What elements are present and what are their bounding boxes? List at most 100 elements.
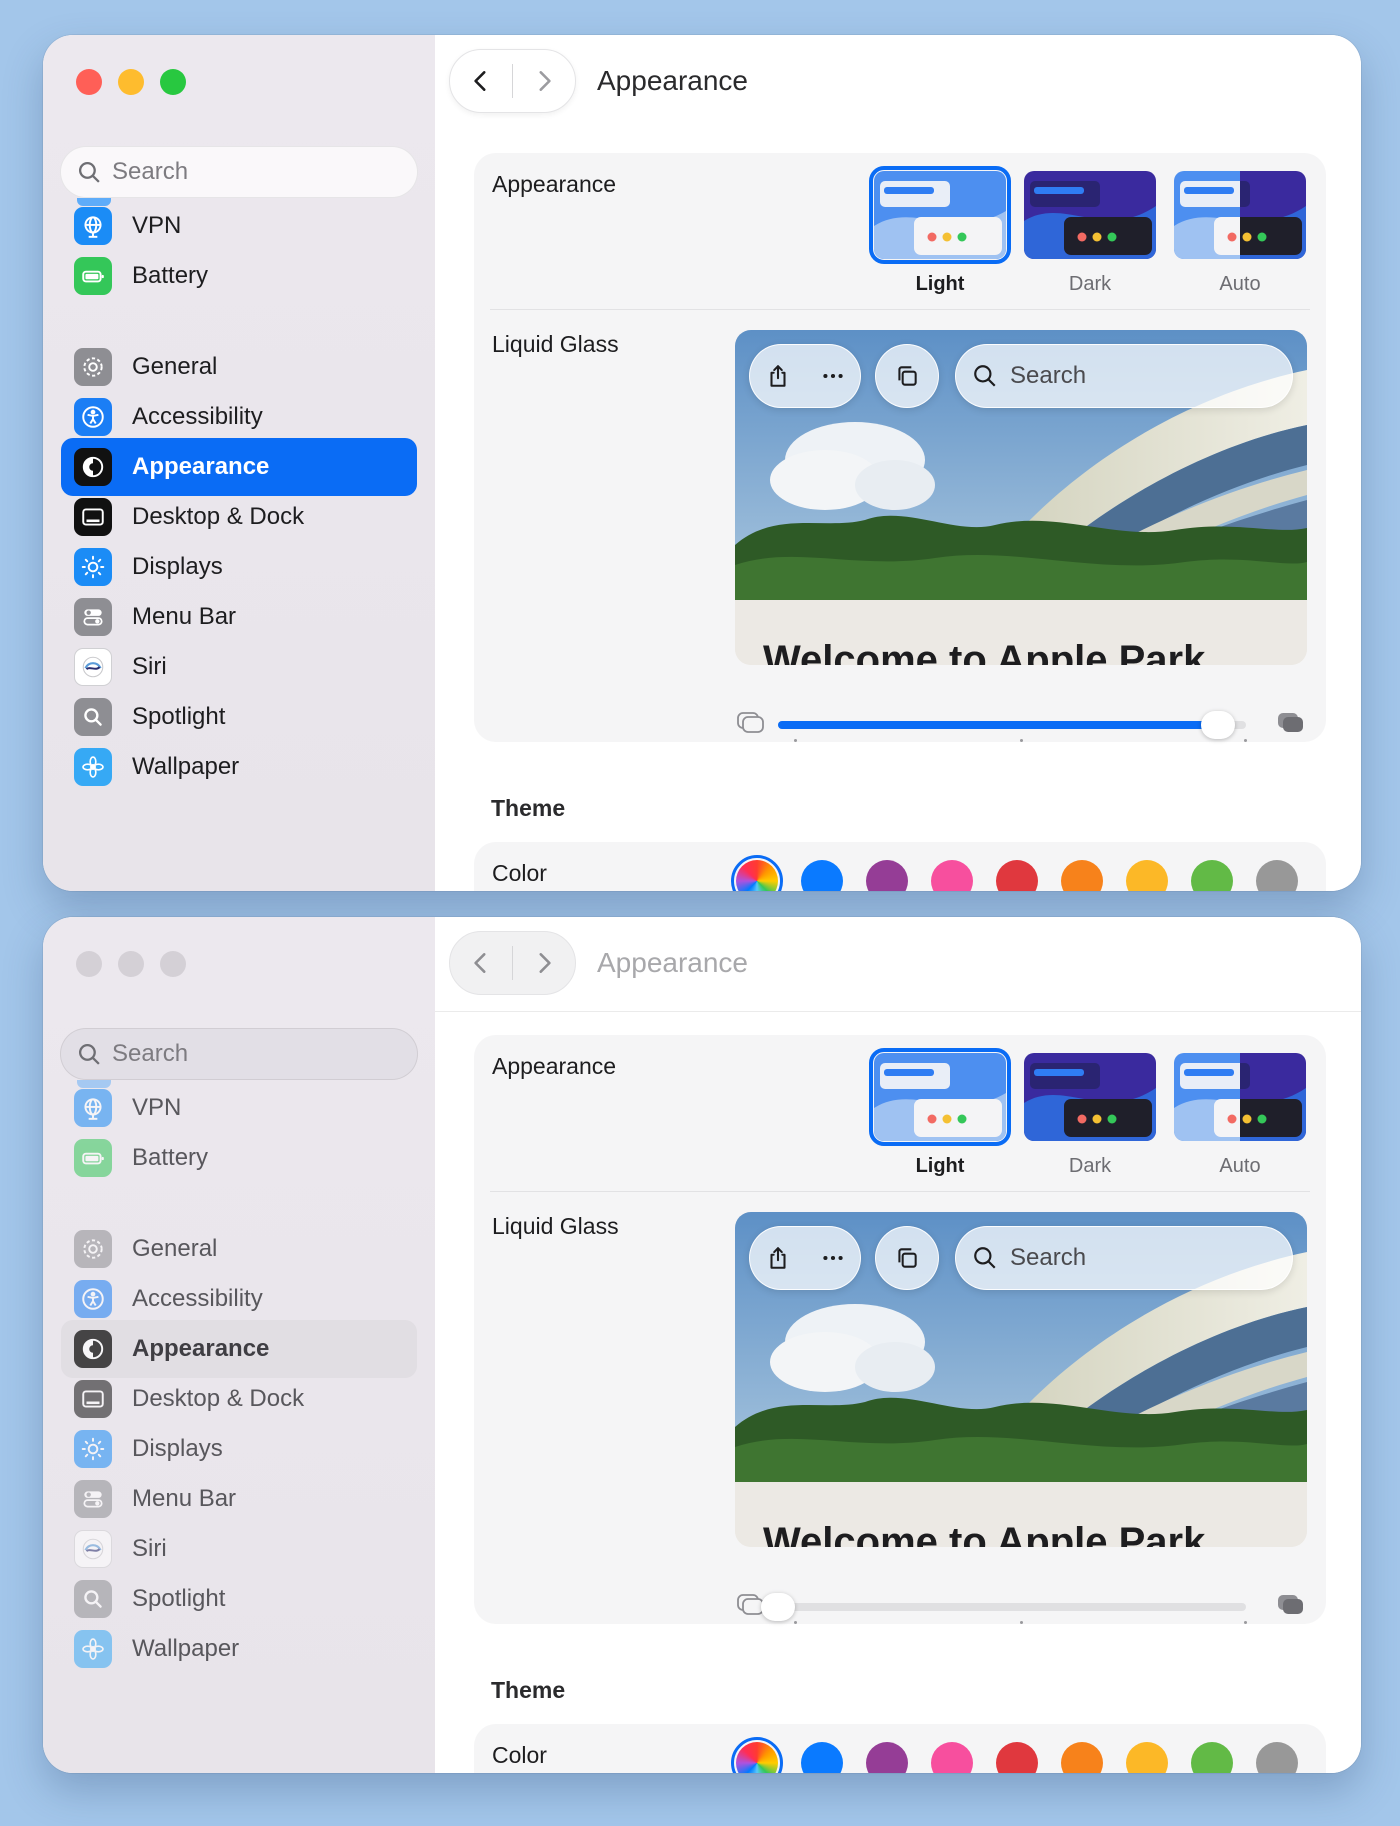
forward-button[interactable]: [513, 50, 575, 112]
color-swatch[interactable]: [866, 1742, 908, 1773]
magnifier-icon: [74, 1580, 112, 1618]
appearance-option-dark[interactable]: Dark: [1024, 171, 1156, 296]
appearance-icon: [74, 448, 112, 486]
color-swatch[interactable]: [996, 1742, 1038, 1773]
color-swatch[interactable]: [931, 1742, 973, 1773]
sidebar-item-label: Accessibility: [132, 1285, 263, 1312]
sidebar-item-label: Spotlight: [132, 1585, 226, 1612]
color-swatch-multicolor[interactable]: [731, 855, 783, 891]
appearance-option-label: Dark: [1068, 1155, 1112, 1177]
preview-tabs-button: [875, 344, 939, 408]
color-swatch[interactable]: [1256, 860, 1298, 891]
color-swatch[interactable]: [1191, 1742, 1233, 1773]
sidebar-item-label: Siri: [132, 653, 167, 680]
color-swatch[interactable]: [1126, 860, 1168, 891]
sidebar-item-battery[interactable]: Battery: [61, 1129, 417, 1187]
color-swatch[interactable]: [996, 860, 1038, 891]
preview-welcome-text: Welcome to Apple Park: [763, 1520, 1206, 1547]
color-swatch[interactable]: [931, 860, 973, 891]
slider-knob[interactable]: [1201, 711, 1235, 739]
chevron-right-icon: [539, 953, 551, 973]
appearance-option-label: Dark: [1068, 273, 1112, 295]
preview-tabs-button: [875, 1226, 939, 1290]
magnifier-icon: [74, 698, 112, 736]
sidebar-item-label: General: [132, 353, 218, 380]
preview-search-field: Search: [955, 344, 1293, 408]
close-button[interactable]: [76, 951, 102, 977]
appearance-card: Appearance Light Dark Auto Liquid Glass …: [474, 1035, 1326, 1624]
sidebar-item-label: VPN: [132, 1094, 182, 1121]
appearance-option-auto[interactable]: Auto: [1174, 1053, 1306, 1178]
sidebar-item-label: Appearance: [132, 1335, 270, 1362]
slider-tick: [1244, 1621, 1247, 1624]
color-swatch-multicolor[interactable]: [731, 1737, 783, 1773]
share-icon: [769, 365, 786, 387]
slider-fill: [778, 721, 1218, 729]
settings-window-active: Search VPN Battery General Accessibility App…: [43, 35, 1361, 891]
flower-icon: [74, 1630, 112, 1668]
color-swatches: [731, 855, 1298, 891]
appearance-option-auto[interactable]: Auto: [1174, 171, 1306, 296]
dock-icon: [74, 1380, 112, 1418]
siri-icon: [74, 648, 112, 686]
back-button[interactable]: [450, 50, 512, 112]
sidebar-item-label: Desktop & Dock: [132, 503, 305, 530]
appearance-option-dark[interactable]: Dark: [1024, 1053, 1156, 1178]
sidebar-item-label: Wallpaper: [132, 753, 240, 780]
preview-search-label: Search: [1010, 1244, 1087, 1271]
appearance-option-label: Auto: [1219, 1155, 1261, 1177]
more-icon: [822, 1255, 843, 1261]
liquid-glass-slider[interactable]: [736, 701, 1308, 742]
color-swatch[interactable]: [1126, 1742, 1168, 1773]
forward-button[interactable]: [513, 932, 575, 994]
tabs-icon: [898, 1248, 917, 1268]
globe-icon: [74, 1089, 112, 1127]
color-swatch[interactable]: [1256, 1742, 1298, 1773]
chevron-left-icon: [474, 953, 486, 973]
settings-window-inactive: Search VPN Battery General Accessibility App…: [43, 917, 1361, 1773]
window-title: Appearance: [597, 65, 749, 96]
back-forward-control: [449, 49, 576, 113]
zoom-button[interactable]: [160, 951, 186, 977]
window-controls: [76, 951, 186, 977]
more-icon: [822, 373, 843, 379]
search-icon: [974, 365, 996, 387]
share-icon: [769, 1247, 786, 1269]
color-row-label: Color: [492, 1742, 547, 1768]
appearance-thumbnail-auto: [1174, 171, 1306, 259]
color-swatch[interactable]: [1061, 1742, 1103, 1773]
sidebar-item-wallpaper[interactable]: Wallpaper: [61, 1620, 417, 1678]
search-icon: [974, 1247, 996, 1269]
appearance-option-light[interactable]: Light: [869, 166, 1011, 296]
sidebar-search-field[interactable]: Search: [60, 146, 418, 198]
sidebar-item-label: Displays: [132, 553, 223, 580]
back-button[interactable]: [450, 932, 512, 994]
color-card: Color: [474, 1724, 1326, 1773]
color-swatch[interactable]: [1061, 860, 1103, 891]
zoom-button[interactable]: [160, 69, 186, 95]
chevron-left-icon: [474, 71, 486, 91]
appearance-option-light[interactable]: Light: [869, 1048, 1011, 1178]
sidebar-item-battery[interactable]: Battery: [61, 247, 417, 305]
clear-glass-icon: [737, 712, 764, 733]
toggle-icon: [74, 1480, 112, 1518]
search-icon: [78, 1043, 100, 1065]
color-swatch[interactable]: [1191, 860, 1233, 891]
slider-knob[interactable]: [761, 1593, 795, 1621]
sidebar-item-wallpaper[interactable]: Wallpaper: [61, 738, 417, 796]
minimize-button[interactable]: [118, 69, 144, 95]
liquid-glass-slider[interactable]: [736, 1583, 1308, 1624]
minimize-button[interactable]: [118, 951, 144, 977]
sidebar-search-placeholder: Search: [112, 1040, 189, 1067]
back-forward-control: [449, 931, 576, 995]
color-swatch[interactable]: [801, 1742, 843, 1773]
sun-icon: [74, 548, 112, 586]
liquid-glass-label: Liquid Glass: [492, 331, 619, 357]
color-swatch[interactable]: [801, 860, 843, 891]
close-button[interactable]: [76, 69, 102, 95]
appearance-option-label: Light: [915, 1155, 965, 1177]
color-swatch[interactable]: [866, 860, 908, 891]
preview-search-label: Search: [1010, 362, 1087, 389]
sidebar-search-field[interactable]: Search: [60, 1028, 418, 1080]
sidebar-item-label: Siri: [132, 1535, 167, 1562]
